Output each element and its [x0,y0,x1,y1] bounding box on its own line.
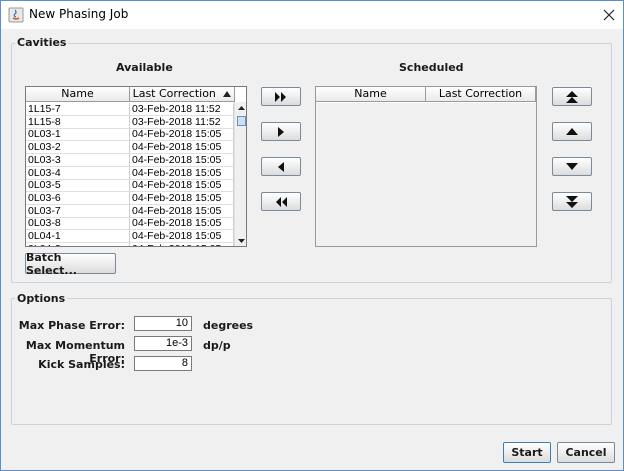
scheduled-col-last-correction[interactable]: Last Correction [426,87,536,102]
double-chevron-right-icon [275,91,286,102]
double-chevron-up-icon [566,90,578,103]
cell-last-correction: 04-Feb-2018 15:05 [130,166,234,180]
available-col-last-correction[interactable]: Last Correction [130,87,235,102]
cell-last-correction: 03-Feb-2018 11:52 [130,103,234,116]
table-row[interactable]: 0L03-2 04-Feb-2018 15:05 [26,141,234,155]
java-app-icon [8,7,24,23]
cell-name: 0L03-4 [26,166,130,180]
scheduled-col-name[interactable]: Name [316,87,426,102]
cell-name: 1L15-7 [26,103,130,116]
cell-last-correction: 04-Feb-2018 15:05 [130,179,234,193]
cell-last-correction: 03-Feb-2018 11:52 [130,115,234,129]
remove-all-button[interactable] [261,192,301,211]
max-momentum-error-input[interactable]: 1e-3 [134,336,192,351]
cell-name: 0L03-6 [26,191,130,205]
cancel-button[interactable]: Cancel [557,442,615,463]
cell-last-correction: 04-Feb-2018 15:05 [130,204,234,218]
close-button[interactable] [597,3,621,27]
cell-name: 0L03-7 [26,204,130,218]
cell-last-correction: 04-Feb-2018 15:05 [130,153,234,167]
dialog-window: New Phasing Job Cavities Available Sched… [0,0,624,471]
scheduled-table[interactable]: Name Last Correction [315,86,537,247]
cell-last-correction: 04-Feb-2018 15:05 [130,128,234,142]
table-row[interactable]: 0L03-3 04-Feb-2018 15:05 [26,153,234,167]
window-title: New Phasing Job [29,7,129,21]
table-row[interactable]: 0L03-8 04-Feb-2018 15:05 [26,217,234,231]
double-chevron-left-icon [276,196,287,207]
chevron-down-icon [566,163,578,170]
move-to-top-button[interactable] [552,87,592,106]
start-button[interactable]: Start [503,442,551,463]
table-row[interactable]: 0L03-5 04-Feb-2018 15:05 [26,179,234,193]
table-row[interactable]: 1L15-7 03-Feb-2018 11:52 [26,103,234,116]
chevron-right-icon [278,126,284,137]
table-row[interactable]: 0L03-1 04-Feb-2018 15:05 [26,128,234,142]
available-scrollbar[interactable] [234,102,247,247]
move-to-bottom-button[interactable] [552,192,592,211]
batch-select-button[interactable]: Batch Select... [25,251,116,277]
max-phase-error-input[interactable]: 10 [134,316,192,331]
chevron-left-icon [278,161,284,172]
cell-last-correction: 04-Feb-2018 15:05 [130,242,234,246]
scroll-thumb[interactable] [237,116,246,126]
close-icon [603,9,615,21]
scroll-up-icon[interactable] [235,102,247,115]
cell-last-correction: 04-Feb-2018 15:05 [130,230,234,243]
scheduled-label: Scheduled [399,61,464,74]
cell-last-correction: 04-Feb-2018 15:05 [130,217,234,231]
cell-name: 0L03-8 [26,217,130,231]
max-momentum-error-unit: dp/p [203,339,231,352]
cell-name: 0L04-1 [26,230,130,243]
available-label: Available [116,61,173,74]
cell-last-correction: 04-Feb-2018 15:05 [130,141,234,155]
cell-last-correction: 04-Feb-2018 15:05 [130,191,234,205]
table-row[interactable]: 1L15-8 03-Feb-2018 11:52 [26,115,234,129]
kick-samples-input[interactable]: 8 [134,356,192,371]
available-col-name[interactable]: Name [26,87,130,102]
table-row[interactable]: 0L04-204-Feb-2018 15:05 [26,242,234,246]
available-table[interactable]: Name Last Correction 1L15-7 03-Feb-2018 1… [25,86,247,247]
table-row[interactable]: 0L04-1 04-Feb-2018 15:05 [26,230,234,243]
remove-selected-button[interactable] [261,157,301,176]
chevron-up-icon [566,128,578,135]
sort-ascending-icon [223,91,232,97]
scroll-down-icon[interactable] [235,234,247,247]
double-chevron-down-icon [566,195,578,208]
cell-name: 0L03-3 [26,153,130,167]
table-row[interactable]: 0L03-6 04-Feb-2018 15:05 [26,191,234,205]
cell-name: 0L03-5 [26,179,130,193]
add-all-button[interactable] [261,87,301,106]
max-phase-error-label: Max Phase Error: [18,319,125,332]
table-row[interactable]: 0L03-4 04-Feb-2018 15:05 [26,166,234,180]
table-row[interactable]: 0L03-7 04-Feb-2018 15:05 [26,204,234,218]
move-up-button[interactable] [552,122,592,141]
add-selected-button[interactable] [261,122,301,141]
cell-name: 0L03-1 [26,128,130,142]
move-down-button[interactable] [552,157,592,176]
max-phase-error-unit: degrees [203,319,254,332]
cell-name: 0L03-2 [26,141,130,155]
cell-name: 0L04-2 [26,242,130,246]
title-bar[interactable]: New Phasing Job [1,1,623,29]
scheduled-empty-area [316,103,536,246]
options-group-label: Options [15,292,68,305]
cell-name: 1L15-8 [26,115,130,129]
kick-samples-label: Kick Samples: [38,358,125,371]
cavities-group-label: Cavities [15,36,69,49]
